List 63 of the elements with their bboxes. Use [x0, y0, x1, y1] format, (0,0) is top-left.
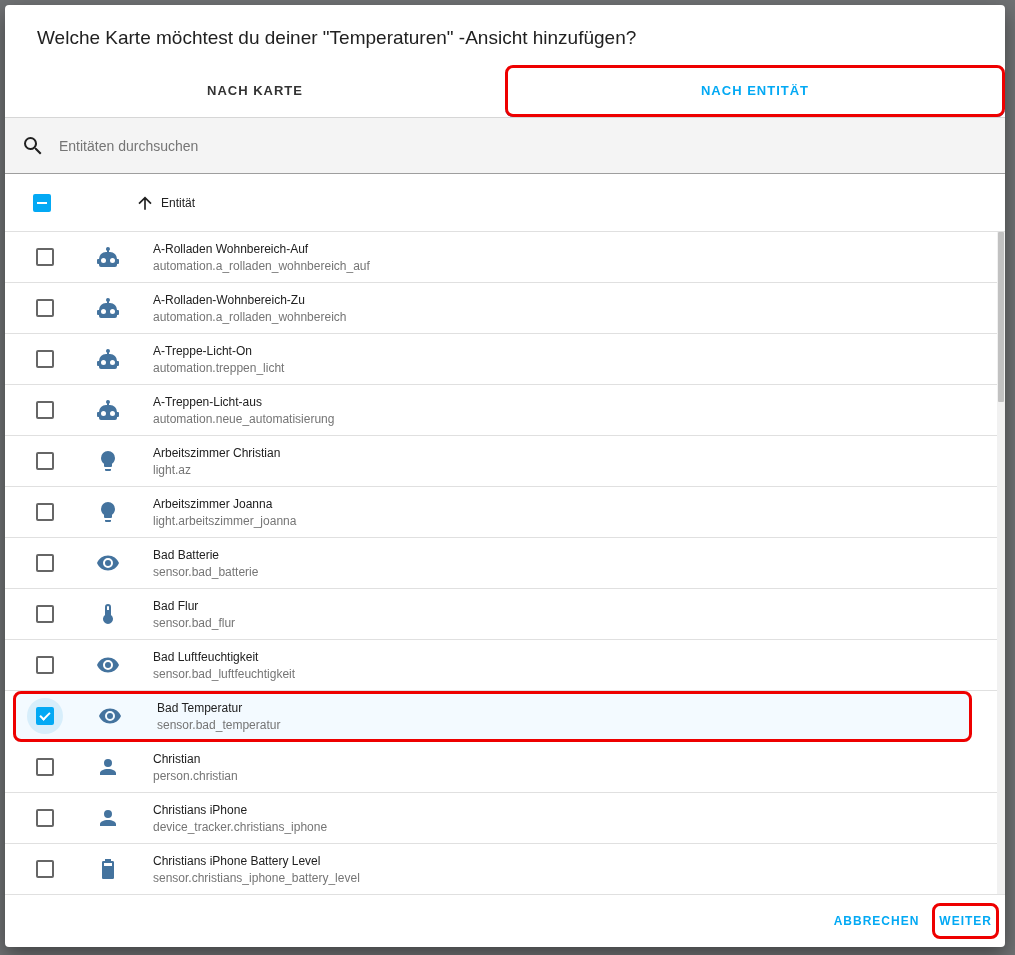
entity-name: A-Rolladen-Wohnbereich-Zu: [153, 292, 306, 307]
checkbox[interactable]: [36, 809, 54, 827]
entity-name: Arbeitszimmer Christian: [153, 445, 281, 460]
robot-icon: [96, 347, 120, 371]
dialog-title: Welche Karte möchtest du deiner "Temperaturen" -Ansicht hinzufügen?: [36, 26, 638, 50]
entity-id: sensor.bad_luftfeuchtigkeit: [153, 666, 296, 681]
entity-name: Christians iPhone Battery Level: [153, 853, 322, 868]
entity-row[interactable]: A-Treppe-Licht-On automation.treppen_licht: [5, 334, 997, 385]
checkbox[interactable]: [36, 758, 54, 776]
entity-id: sensor.christians_iphone_battery_level: [153, 870, 360, 885]
robot-icon: [96, 245, 120, 269]
checkbox[interactable]: [36, 503, 54, 521]
entity-id: light.arbeitszimmer_joanna: [153, 513, 297, 528]
entity-row[interactable]: Christian person.christian: [5, 742, 997, 793]
robot-icon: [96, 296, 120, 320]
entity-row[interactable]: Bad Temperatur sensor.bad_temperatur: [13, 691, 972, 742]
search-input[interactable]: Entitäten durchsuchen: [57, 136, 989, 155]
search-field[interactable]: Entitäten durchsuchen: [5, 118, 1005, 174]
entity-id: device_tracker.christians_iphone: [153, 819, 328, 834]
entity-row[interactable]: Bad Luftfeuchtigkeit sensor.bad_luftfeuchtigkeit: [5, 640, 997, 691]
entity-id: sensor.bad_flur: [153, 615, 236, 630]
checkbox[interactable]: [36, 350, 54, 368]
entity-name: Christians iPhone: [153, 802, 249, 817]
entity-name: A-Treppe-Licht-On: [153, 343, 253, 358]
checkbox[interactable]: [36, 401, 54, 419]
entity-row[interactable]: Arbeitszimmer Joanna light.arbeitszimmer_joanna: [5, 487, 997, 538]
robot-icon: [96, 398, 120, 422]
checkbox[interactable]: [36, 707, 54, 725]
select-all-checkbox[interactable]: [33, 193, 51, 212]
entity-id: person.christian: [153, 768, 238, 783]
tab[interactable]: NACH KARTE: [5, 65, 505, 117]
checkbox[interactable]: [36, 299, 54, 317]
entity-row[interactable]: A-Rolladen-Wohnbereich-Zu automation.a_rolladen_wohnbereich: [5, 283, 997, 334]
entity-row[interactable]: Christians iPhone device_tracker.christians_iphone: [5, 793, 997, 844]
entity-id: automation.a_rolladen_wohnbereich_auf: [153, 258, 370, 273]
checkbox[interactable]: [36, 860, 54, 878]
checkbox[interactable]: [36, 452, 54, 470]
entity-id: sensor.bad_temperatur: [157, 717, 281, 732]
checkbox[interactable]: [36, 554, 54, 572]
checkbox[interactable]: [36, 656, 54, 674]
entity-row[interactable]: Arbeitszimmer Christian light.az: [5, 436, 997, 487]
checkbox[interactable]: [36, 605, 54, 623]
entity-row[interactable]: A-Treppen-Licht-aus automation.neue_automatisierung: [5, 385, 997, 436]
entity-name: Arbeitszimmer Joanna: [153, 496, 274, 511]
entity-row[interactable]: Bad Batterie sensor.bad_batterie: [5, 538, 997, 589]
entity-id: automation.neue_automatisierung: [153, 411, 335, 426]
scrollbar-thumb[interactable]: [998, 232, 1004, 402]
entity-name: Bad Batterie: [153, 547, 221, 562]
entity-row[interactable]: Bad Flur sensor.bad_flur: [5, 589, 997, 640]
entity-id: automation.a_rolladen_wohnbereich: [153, 309, 347, 324]
entity-id: automation.treppen_licht: [153, 360, 285, 375]
entity-id: sensor.bad_batterie: [153, 564, 259, 579]
checkbox[interactable]: [36, 248, 54, 266]
scrollbar[interactable]: [997, 232, 1005, 894]
column-header[interactable]: Entität: [161, 195, 196, 210]
entity-name: Bad Luftfeuchtigkeit: [153, 649, 260, 664]
entity-name: Bad Flur: [153, 598, 200, 613]
entity-name: Bad Temperatur: [157, 700, 244, 715]
entity-row[interactable]: A-Rolladen Wohnbereich-Auf automation.a_rolladen_wohnbereich_auf: [5, 232, 997, 283]
entity-name: A-Treppen-Licht-aus: [153, 394, 263, 409]
entity-name: A-Rolladen Wohnbereich-Auf: [153, 241, 310, 256]
entity-name: Christian: [153, 751, 202, 766]
entity-id: light.az: [153, 462, 193, 477]
